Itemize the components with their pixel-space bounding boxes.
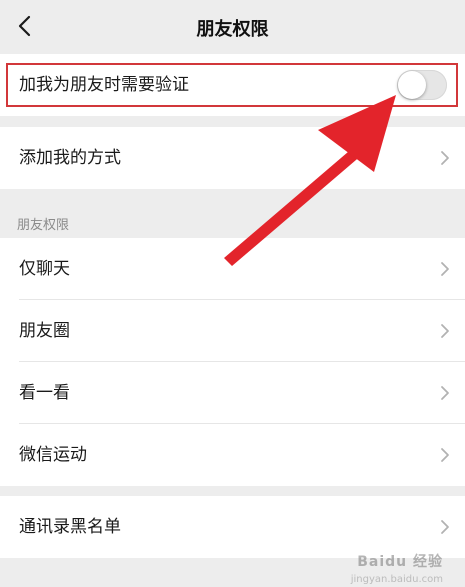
page-title: 朋友权限 — [196, 19, 269, 40]
add-methods-label: 添加我的方式 — [19, 148, 121, 168]
chevron-right-icon — [441, 386, 449, 400]
navigation-bar: 朋友权限 — [0, 0, 465, 52]
permission-row-chat-only[interactable]: 仅聊天 — [0, 238, 465, 300]
blacklist-row[interactable]: 通讯录黑名单 — [0, 496, 465, 558]
chevron-right-icon — [441, 151, 449, 165]
watermark-url: jingyan.baidu.com — [350, 574, 443, 585]
add-methods-group: 添加我的方式 — [0, 127, 465, 189]
permission-label: 朋友圈 — [19, 321, 70, 341]
friend-permissions-group: 仅聊天 朋友圈 看一看 微信运动 — [0, 238, 465, 486]
permission-row-werun[interactable]: 微信运动 — [0, 424, 465, 486]
section-header-friend-permissions: 朋友权限 — [17, 218, 70, 233]
chevron-right-icon — [441, 520, 449, 534]
add-methods-row[interactable]: 添加我的方式 — [0, 127, 465, 189]
permission-row-moments[interactable]: 朋友圈 — [0, 300, 465, 362]
permission-label: 微信运动 — [19, 445, 87, 465]
chevron-right-icon — [441, 448, 449, 462]
permission-label: 仅聊天 — [19, 259, 70, 279]
blacklist-group: 通讯录黑名单 — [0, 496, 465, 558]
blacklist-label: 通讯录黑名单 — [19, 517, 121, 537]
chevron-right-icon — [441, 324, 449, 338]
highlight-box — [6, 63, 458, 107]
permission-row-top-stories[interactable]: 看一看 — [0, 362, 465, 424]
permission-label: 看一看 — [19, 383, 70, 403]
watermark-logo: Baidu 经验 — [357, 554, 443, 570]
chevron-right-icon — [441, 262, 449, 276]
